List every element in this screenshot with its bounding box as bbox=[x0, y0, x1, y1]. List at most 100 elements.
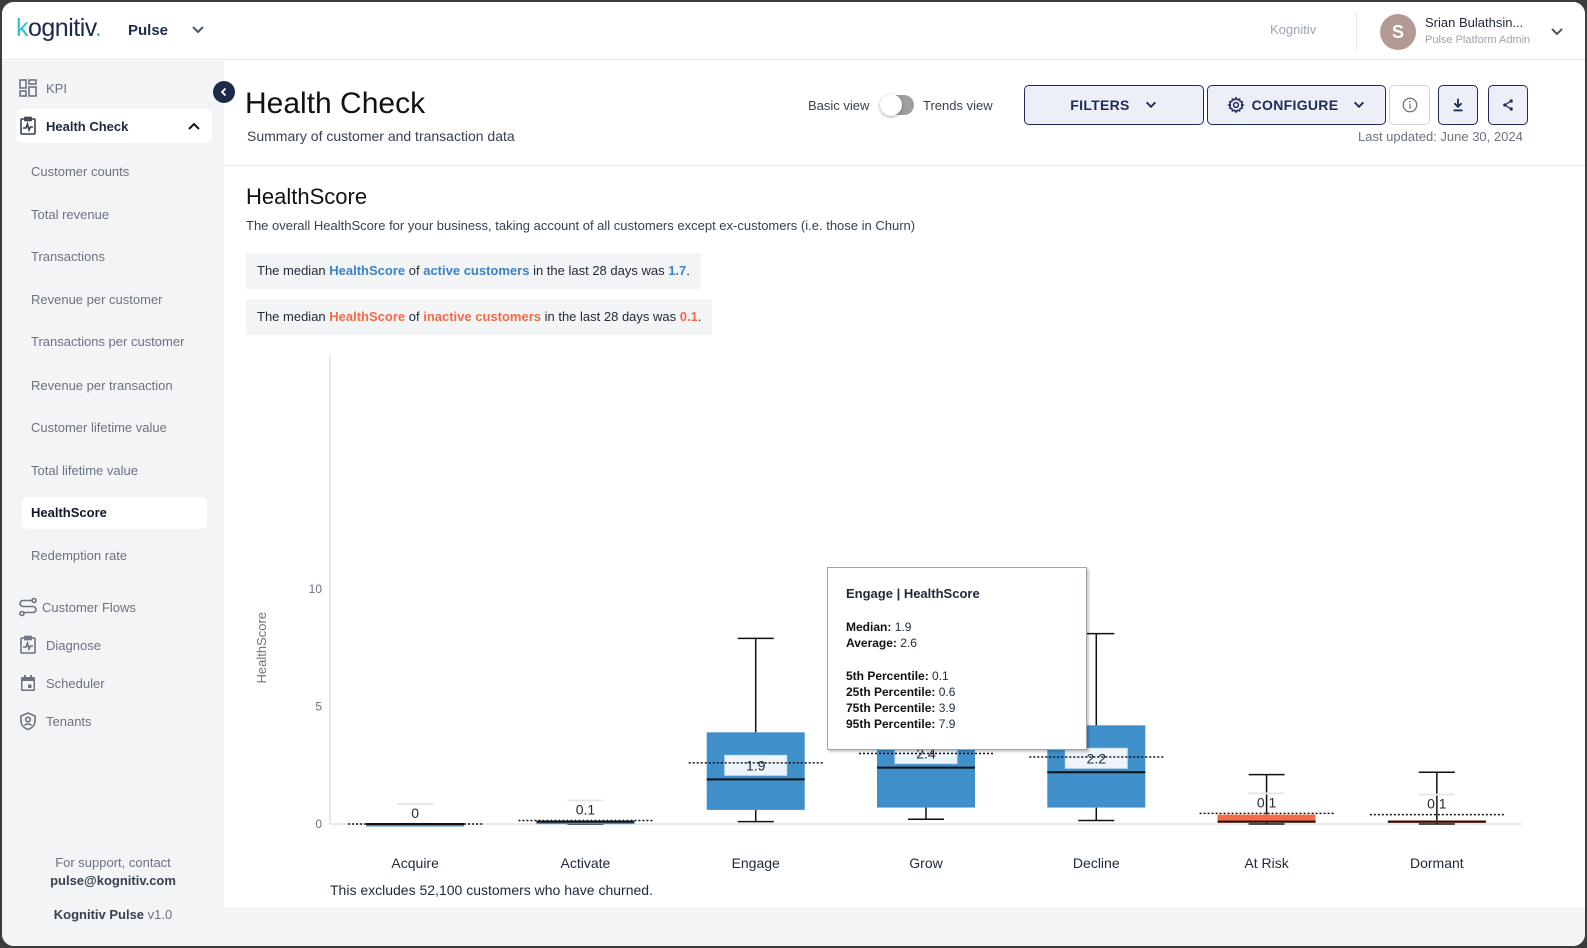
download-icon bbox=[1453, 98, 1463, 112]
kognitiv-logo[interactable]: kognitiv. bbox=[16, 14, 102, 43]
sidebar-item-kpi[interactable]: KPI bbox=[16, 71, 212, 105]
sidebar-subitem-total-revenue[interactable]: Total revenue bbox=[22, 199, 207, 231]
app-switcher-label[interactable]: Pulse bbox=[128, 22, 168, 39]
tooltip-row: Median: 1.9 bbox=[846, 619, 1068, 635]
callout-text: of bbox=[405, 263, 424, 278]
churn-exclusion-note: This excludes 52,100 customers who have … bbox=[330, 882, 653, 898]
user-name[interactable]: Srian Bulathsin... bbox=[1425, 15, 1523, 30]
diagnose-clipboard-icon bbox=[20, 635, 36, 654]
top-bar: kognitiv. Pulse Kognitiv S Srian Bulaths… bbox=[2, 2, 1585, 60]
logo-text: ognitiv bbox=[28, 14, 95, 42]
tooltip-value: 0.1 bbox=[932, 669, 949, 683]
product-name: Kognitiv Pulse bbox=[53, 907, 145, 922]
sidebar-item-diagnose[interactable]: Diagnose bbox=[16, 628, 212, 662]
page-title: Health Check bbox=[245, 87, 426, 120]
sidebar-item-tenants[interactable]: Tenants bbox=[16, 704, 212, 738]
chevron-left-icon bbox=[220, 87, 227, 97]
y-tick-label: 10 bbox=[309, 582, 323, 596]
y-tick-label: 0 bbox=[315, 817, 322, 831]
divider bbox=[1356, 12, 1357, 50]
x-tick-label: Engage bbox=[732, 855, 780, 871]
x-tick-label: Dormant bbox=[1410, 855, 1464, 871]
footer-band bbox=[224, 907, 1585, 946]
tooltip-row: 25th Percentile: 0.6 bbox=[846, 684, 1068, 700]
support-text: For support, contact bbox=[55, 855, 171, 870]
version-number: v1.0 bbox=[147, 907, 173, 922]
callout-text: of bbox=[405, 309, 424, 324]
sidebar-item-label: Tenants bbox=[46, 713, 92, 729]
tooltip-value: 3.9 bbox=[938, 701, 956, 715]
version-info: Kognitiv Pulse v1.0 bbox=[2, 907, 224, 922]
section-description: The overall HealthScore for your busines… bbox=[246, 218, 916, 233]
sidebar-subitem-revenue-per-customer[interactable]: Revenue per customer bbox=[22, 284, 207, 316]
chevron-down-icon[interactable] bbox=[190, 22, 206, 38]
callout-text: . bbox=[686, 263, 690, 278]
callout-text: in the last 28 days was bbox=[529, 263, 669, 278]
median-data-label: 0 bbox=[411, 805, 419, 821]
sidebar-item-label: Customer Flows bbox=[42, 599, 136, 615]
tooltip-row: 5th Percentile: 0.1 bbox=[846, 668, 1068, 684]
sidebar-subitem-customer-counts[interactable]: Customer counts bbox=[22, 156, 207, 188]
callout-text: The median bbox=[257, 309, 330, 324]
callout-metric: HealthScore bbox=[329, 309, 406, 324]
page-subtitle: Summary of customer and transaction data bbox=[247, 128, 515, 144]
sidebar-subitem-revenue-per-transaction[interactable]: Revenue per transaction bbox=[22, 370, 207, 402]
sidebar: KPI Health Check Customer counts Total r… bbox=[2, 61, 224, 946]
x-tick-label: Activate bbox=[561, 855, 611, 871]
support-email-link[interactable]: pulse@kognitiv.com bbox=[2, 873, 224, 888]
median-data-label: 0.1 bbox=[1257, 794, 1277, 810]
sidebar-item-scheduler[interactable]: Scheduler bbox=[16, 666, 212, 700]
sidebar-item-customer-flows[interactable]: Customer Flows bbox=[16, 590, 212, 624]
x-tick-label: Grow bbox=[909, 855, 943, 871]
callout-metric: HealthScore bbox=[329, 263, 406, 278]
y-axis-label: HealthScore bbox=[254, 612, 269, 684]
tenant-label[interactable]: Kognitiv bbox=[1270, 22, 1316, 37]
tooltip-label: 95th Percentile: bbox=[846, 717, 936, 731]
sidebar-subitem-healthscore[interactable]: HealthScore bbox=[22, 497, 207, 529]
share-button[interactable] bbox=[1488, 85, 1528, 125]
chevron-down-icon[interactable] bbox=[1549, 24, 1565, 40]
configure-label: CONFIGURE bbox=[1251, 97, 1339, 113]
x-tick-label: Acquire bbox=[391, 855, 439, 871]
active-median-callout: The median HealthScore of active custome… bbox=[246, 253, 701, 289]
chevron-up-icon[interactable] bbox=[186, 118, 202, 134]
user-role: Pulse Platform Admin bbox=[1425, 34, 1531, 46]
basic-view-label: Basic view bbox=[808, 98, 870, 113]
sidebar-subitem-customer-lifetime-value[interactable]: Customer lifetime value bbox=[22, 412, 207, 444]
chevron-down-icon bbox=[1354, 101, 1365, 109]
gear-icon bbox=[1226, 96, 1245, 114]
tooltip-label: Average: bbox=[846, 636, 897, 650]
tooltip-label: 25th Percentile: bbox=[846, 685, 936, 699]
sidebar-subitem-transactions[interactable]: Transactions bbox=[22, 241, 207, 273]
tooltip-label: 5th Percentile: bbox=[846, 669, 929, 683]
section-title: HealthScore bbox=[246, 184, 368, 209]
median-data-label: 0.1 bbox=[1427, 796, 1447, 812]
collapse-sidebar-button[interactable] bbox=[213, 81, 235, 103]
info-button[interactable] bbox=[1389, 85, 1430, 125]
x-tick-label: At Risk bbox=[1244, 855, 1289, 871]
shield-user-icon bbox=[20, 712, 36, 731]
sidebar-subitem-transactions-per-customer[interactable]: Transactions per customer bbox=[22, 326, 207, 358]
sidebar-item-health-check[interactable]: Health Check bbox=[16, 109, 212, 143]
callout-group: inactive customers bbox=[423, 309, 541, 324]
sidebar-subitem-redemption-rate[interactable]: Redemption rate bbox=[22, 540, 207, 572]
avatar[interactable]: S bbox=[1380, 14, 1416, 50]
x-tick-label: Decline bbox=[1073, 855, 1120, 871]
toggle-knob bbox=[880, 94, 902, 116]
chart-tooltip: Engage | HealthScore Median: 1.9 Average… bbox=[827, 567, 1087, 750]
inactive-median-callout: The median HealthScore of inactive custo… bbox=[246, 299, 713, 335]
callout-text: . bbox=[697, 309, 702, 324]
configure-button[interactable]: CONFIGURE bbox=[1207, 85, 1386, 125]
y-tick-label: 5 bbox=[315, 700, 322, 714]
health-clipboard-icon bbox=[20, 116, 36, 135]
tooltip-label: 75th Percentile: bbox=[846, 701, 936, 715]
route-icon bbox=[19, 597, 37, 617]
median-data-label: 1.9 bbox=[746, 757, 766, 773]
calendar-icon bbox=[21, 675, 35, 691]
filters-button[interactable]: FILTERS bbox=[1024, 85, 1204, 125]
view-toggle[interactable] bbox=[880, 94, 914, 116]
info-icon bbox=[1402, 97, 1417, 113]
sidebar-subitem-total-lifetime-value[interactable]: Total lifetime value bbox=[22, 455, 207, 487]
download-button[interactable] bbox=[1438, 85, 1478, 125]
sidebar-item-label: Health Check bbox=[46, 118, 129, 134]
